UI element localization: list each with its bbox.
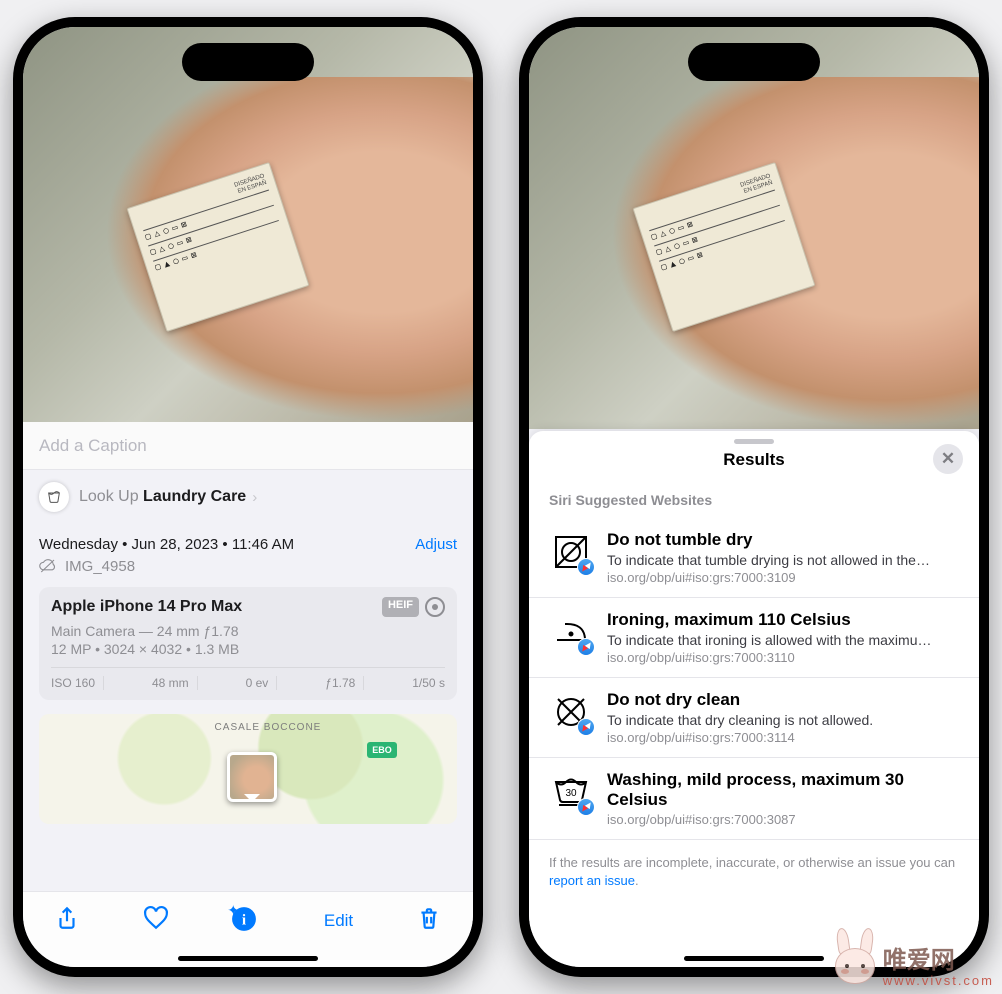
heart-icon — [143, 905, 169, 931]
dynamic-island — [182, 43, 314, 81]
phone-right: DISEÑADOEN ESPAÑ ▢△○▭⊠ ▢△○▭⊠ ▢▲○▭⊠ Resul… — [519, 17, 989, 977]
delete-button[interactable] — [416, 905, 442, 936]
result-url: iso.org/obp/ui#iso:grs:7000:3110 — [607, 650, 959, 665]
lens-line: Main Camera — 24 mm ƒ1.78 — [51, 623, 445, 639]
dynamic-island — [688, 43, 820, 81]
share-button[interactable] — [54, 905, 80, 936]
trash-icon — [416, 905, 442, 931]
camera-details-card: Apple iPhone 14 Pro Max HEIF Main Camera… — [39, 587, 457, 700]
results-sheet: Results ✕ Siri Suggested Websites Do not… — [529, 431, 979, 967]
screen-right: DISEÑADOEN ESPAÑ ▢△○▭⊠ ▢△○▭⊠ ▢▲○▭⊠ Resul… — [529, 27, 979, 967]
result-title: Do not dry clean — [607, 690, 959, 710]
sheet-title: Results — [723, 450, 784, 470]
stat-shutter: 1/50 s — [404, 676, 445, 690]
result-desc: To indicate that ironing is allowed with… — [607, 632, 959, 648]
metadata-section: Wednesday • Jun 28, 2023 • 11:46 AM Adju… — [23, 524, 473, 587]
result-title: Washing, mild process, maximum 30 Celsiu… — [607, 770, 959, 810]
chevron-right-icon: › — [252, 489, 257, 506]
result-item-ironing-110[interactable]: Ironing, maximum 110 Celsius To indicate… — [529, 598, 979, 678]
caption-field[interactable]: Add a Caption — [23, 422, 473, 470]
close-button[interactable]: ✕ — [933, 444, 963, 474]
section-subtitle: Siri Suggested Websites — [529, 486, 979, 518]
result-title: Ironing, maximum 110 Celsius — [607, 610, 959, 630]
favorite-button[interactable] — [143, 905, 169, 936]
visual-look-up-row[interactable]: Look Up Laundry Care › — [23, 470, 473, 524]
map-preview[interactable]: CASALE BOCCONE EBO — [39, 714, 457, 824]
laundry-symbol-icon: 30 — [549, 770, 593, 814]
sparkle-icon: ✦ — [227, 902, 239, 919]
share-icon — [54, 905, 80, 931]
laundry-care-icon — [39, 482, 69, 512]
photo-datetime: Wednesday • Jun 28, 2023 • 11:46 AM — [39, 536, 294, 553]
format-badge: HEIF — [382, 597, 419, 617]
caption-placeholder: Add a Caption — [39, 436, 147, 456]
result-desc: To indicate that tumble drying is not al… — [607, 552, 959, 568]
result-url: iso.org/obp/ui#iso:grs:7000:3087 — [607, 812, 959, 827]
result-item-do-not-dry-clean[interactable]: Do not dry clean To indicate that dry cl… — [529, 678, 979, 758]
laundry-symbol-icon — [549, 690, 593, 734]
stat-ev: 0 ev — [238, 676, 278, 690]
stat-focal: 48 mm — [144, 676, 198, 690]
result-title: Do not tumble dry — [607, 530, 959, 550]
size-line: 12 MP • 3024 × 4032 • 1.3 MB — [51, 641, 445, 657]
safari-icon — [577, 558, 595, 576]
results-footer: If the results are incomplete, inaccurat… — [529, 840, 979, 922]
photo-preview[interactable]: DISEÑADOEN ESPAÑ ▢△○▭⊠ ▢△○▭⊠ ▢▲○▭⊠ — [23, 27, 473, 422]
svg-text:i: i — [242, 911, 246, 928]
stat-aperture: ƒ1.78 — [317, 676, 364, 690]
photo-pin — [227, 752, 277, 802]
home-indicator[interactable] — [684, 956, 824, 961]
screen-left: DISEÑADOEN ESPAÑ ▢△○▭⊠ ▢△○▭⊠ ▢▲○▭⊠ Add a… — [23, 27, 473, 967]
report-issue-link[interactable]: report an issue — [549, 873, 635, 888]
result-item-do-not-tumble-dry[interactable]: Do not tumble dry To indicate that tumbl… — [529, 518, 979, 598]
result-url: iso.org/obp/ui#iso:grs:7000:3109 — [607, 570, 959, 585]
toolbar: ✦ i Edit — [23, 891, 473, 967]
icloud-off-icon — [39, 557, 57, 575]
home-indicator[interactable] — [178, 956, 318, 961]
photo-preview[interactable]: DISEÑADOEN ESPAÑ ▢△○▭⊠ ▢△○▭⊠ ▢▲○▭⊠ — [529, 27, 979, 429]
svg-text:30: 30 — [565, 788, 577, 799]
target-icon — [425, 597, 445, 617]
safari-icon — [577, 718, 595, 736]
phone-left: DISEÑADOEN ESPAÑ ▢△○▭⊠ ▢△○▭⊠ ▢▲○▭⊠ Add a… — [13, 17, 483, 977]
map-marker: EBO — [367, 742, 397, 758]
map-area-label: CASALE BOCCONE — [215, 722, 322, 733]
result-url: iso.org/obp/ui#iso:grs:7000:3114 — [607, 730, 959, 745]
edit-button[interactable]: Edit — [324, 911, 353, 931]
result-desc: To indicate that dry cleaning is not all… — [607, 712, 959, 728]
lookup-text: Look Up Laundry Care — [79, 488, 246, 506]
safari-icon — [577, 798, 595, 816]
laundry-symbol-icon — [549, 530, 593, 574]
adjust-button[interactable]: Adjust — [415, 536, 457, 553]
close-icon: ✕ — [941, 449, 955, 469]
stat-iso: ISO 160 — [51, 676, 104, 690]
device-name: Apple iPhone 14 Pro Max — [51, 598, 242, 616]
info-button[interactable]: ✦ i — [231, 906, 261, 936]
safari-icon — [577, 638, 595, 656]
laundry-symbol-icon — [549, 610, 593, 654]
result-item-washing-30[interactable]: 30 Washing, mild process, maximum 30 Cel… — [529, 758, 979, 840]
filename-label: IMG_4958 — [65, 558, 135, 575]
